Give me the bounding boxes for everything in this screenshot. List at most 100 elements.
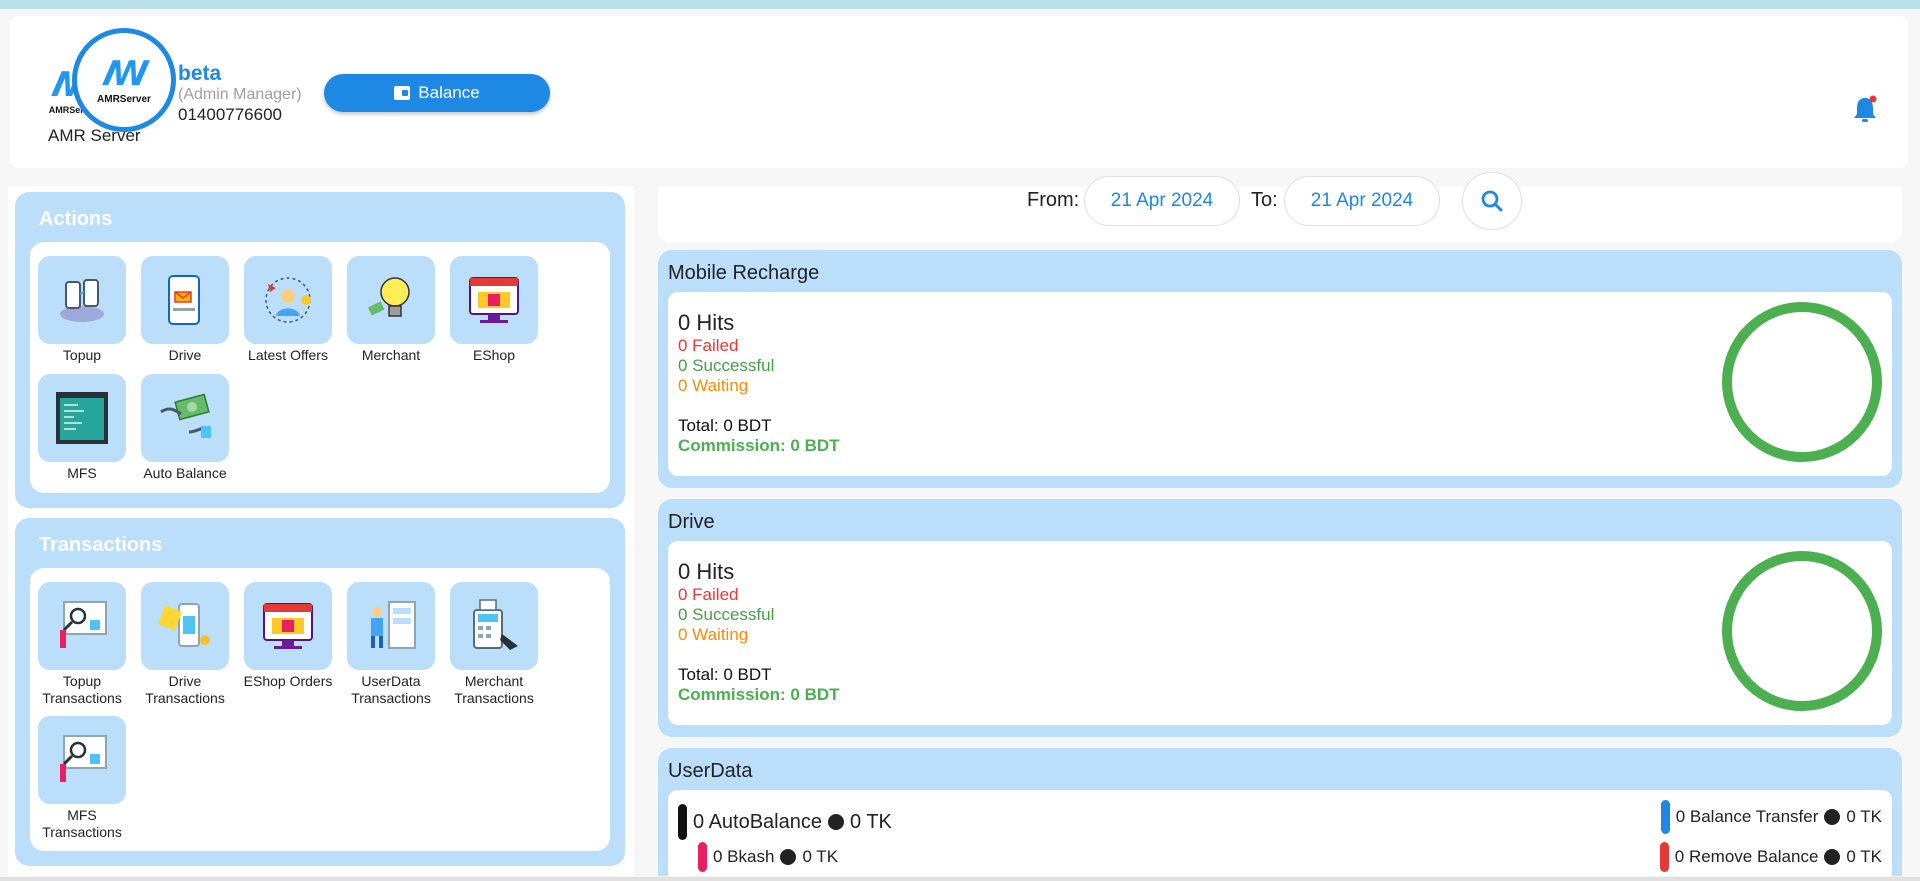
action-label: Topup bbox=[62, 347, 102, 363]
transaction-label: UserData Transactions bbox=[351, 673, 431, 706]
card-body: 0 Hits 0 Failed 0 Successful 0 Waiting T… bbox=[668, 292, 1892, 476]
topup-icon bbox=[38, 256, 126, 344]
successful-count: 0 Successful bbox=[678, 356, 775, 375]
action-eshop[interactable]: EShop bbox=[442, 256, 546, 364]
drive-card: Drive 0 Hits 0 Failed 0 Successful 0 Wai… bbox=[658, 499, 1902, 737]
commission-amount: Commission: 0 BDT bbox=[678, 436, 840, 455]
eshop-icon bbox=[450, 256, 538, 344]
userdata-transactions-icon bbox=[347, 582, 435, 670]
waiting-count: 0 Waiting bbox=[678, 625, 749, 644]
wallet-icon bbox=[394, 86, 411, 100]
action-label: EShop bbox=[472, 347, 516, 363]
actions-title: Actions bbox=[39, 208, 113, 230]
successful-count: 0 Successful bbox=[678, 605, 775, 624]
transaction-topup[interactable]: Topup Transactions bbox=[30, 582, 134, 707]
transaction-label: Drive Transactions bbox=[145, 673, 225, 706]
total-amount: Total: 0 BDT bbox=[678, 416, 772, 435]
action-mfs[interactable]: MFS bbox=[30, 374, 134, 482]
logo-mark-icon: ꟿ bbox=[103, 53, 148, 94]
topup-transactions-icon bbox=[38, 582, 126, 670]
bkash-row: 0 Bkash 0 TK bbox=[698, 842, 838, 872]
drive-icon bbox=[141, 256, 229, 344]
user-phone: 01400776600 bbox=[178, 105, 283, 124]
dot-icon bbox=[780, 849, 797, 865]
actions-grid: Topup Drive Latest Offers Merchant EShop… bbox=[30, 242, 610, 493]
action-topup[interactable]: Topup bbox=[30, 256, 134, 364]
drive-transactions-icon bbox=[141, 582, 229, 670]
transaction-drive[interactable]: Drive Transactions bbox=[133, 582, 237, 707]
bell-icon[interactable] bbox=[1852, 94, 1878, 124]
transactions-grid: Topup Transactions Drive Transactions ES… bbox=[30, 568, 610, 851]
action-label: Latest Offers bbox=[248, 347, 328, 363]
to-label: To: bbox=[1251, 189, 1278, 211]
to-date-field[interactable]: 21 Apr 2024 bbox=[1284, 176, 1440, 226]
transaction-label: MFS Transactions bbox=[42, 807, 122, 840]
from-date-field[interactable]: 21 Apr 2024 bbox=[1084, 176, 1240, 226]
commission-amount: Commission: 0 BDT bbox=[678, 685, 840, 704]
action-latest-offers[interactable]: Latest Offers bbox=[236, 256, 340, 364]
mfs-icon bbox=[38, 374, 126, 462]
balance-transfer-bar bbox=[1660, 800, 1670, 834]
offers-icon bbox=[244, 256, 332, 344]
waiting-count: 0 Waiting bbox=[678, 376, 749, 395]
card-body: 0 Hits 0 Failed 0 Successful 0 Waiting T… bbox=[668, 541, 1892, 725]
search-icon bbox=[1481, 190, 1503, 212]
user-role: (Admin Manager) bbox=[178, 86, 302, 103]
remove-balance-count: 0 Remove Balance bbox=[1674, 847, 1819, 866]
status-ring-chart bbox=[1722, 302, 1882, 462]
transaction-mfs[interactable]: MFS Transactions bbox=[30, 716, 134, 841]
card-body: 0 AutoBalance 0 TK 0 Bkash 0 TK 0 Balanc… bbox=[668, 790, 1892, 876]
balance-button[interactable]: Balance bbox=[324, 74, 550, 112]
user-name: beta bbox=[178, 62, 222, 85]
dot-icon bbox=[1824, 809, 1841, 825]
mfs-transactions-icon bbox=[38, 716, 126, 804]
left-panel: Actions Topup Drive Latest Offers Mercha… bbox=[8, 186, 634, 876]
logo-text: AMRServer bbox=[97, 93, 151, 105]
bkash-bar bbox=[698, 842, 707, 872]
app-name: AMR Server bbox=[48, 126, 141, 145]
action-merchant[interactable]: Merchant bbox=[339, 256, 443, 364]
userdata-card: UserData 0 AutoBalance 0 TK 0 Bkash 0 TK… bbox=[658, 748, 1902, 876]
app-logo[interactable]: ꟿ AMRServer bbox=[72, 28, 176, 132]
transaction-userdata[interactable]: UserData Transactions bbox=[339, 582, 443, 707]
balance-transfer-count: 0 Balance Transfer bbox=[1675, 807, 1819, 826]
transaction-label: Topup Transactions bbox=[42, 673, 122, 706]
transaction-merchant[interactable]: Merchant Transactions bbox=[442, 582, 546, 707]
action-label: Drive bbox=[168, 347, 202, 363]
failed-count: 0 Failed bbox=[678, 585, 739, 604]
hits-count: 0 Hits bbox=[678, 559, 735, 584]
status-ring-chart bbox=[1722, 551, 1882, 711]
remove-balance-amount: 0 TK bbox=[1846, 847, 1882, 866]
card-title: Drive bbox=[668, 511, 715, 533]
actions-section: Actions Topup Drive Latest Offers Mercha… bbox=[15, 192, 625, 508]
balance-button-label: Balance bbox=[418, 83, 480, 102]
transactions-section: Transactions Topup Transactions Drive Tr… bbox=[15, 518, 625, 866]
merchant-icon bbox=[347, 256, 435, 344]
transaction-eshop-orders[interactable]: EShop Orders bbox=[236, 582, 340, 690]
header: ꟿ AMRServer ꟿ AMRServer AMR Server beta … bbox=[10, 16, 1908, 168]
date-filter-bar bbox=[658, 186, 1902, 242]
autobalance-row: 0 AutoBalance 0 TK bbox=[678, 804, 892, 840]
transactions-title: Transactions bbox=[39, 534, 163, 556]
action-drive[interactable]: Drive bbox=[133, 256, 237, 364]
transaction-label: EShop Orders bbox=[243, 673, 333, 689]
merchant-transactions-icon bbox=[450, 582, 538, 670]
action-auto-balance[interactable]: Auto Balance bbox=[133, 374, 237, 482]
remove-balance-bar bbox=[1659, 842, 1669, 872]
top-strip bbox=[0, 0, 1920, 9]
dot-icon bbox=[1824, 849, 1841, 865]
bkash-amount: 0 TK bbox=[802, 847, 839, 866]
balance-transfer-amount: 0 TK bbox=[1846, 807, 1882, 826]
hits-count: 0 Hits bbox=[678, 310, 735, 335]
mobile-recharge-card: Mobile Recharge 0 Hits 0 Failed 0 Succes… bbox=[658, 250, 1902, 488]
transaction-label: Merchant Transactions bbox=[454, 673, 534, 706]
search-button[interactable] bbox=[1462, 172, 1522, 230]
total-amount: Total: 0 BDT bbox=[678, 665, 772, 684]
failed-count: 0 Failed bbox=[678, 336, 739, 355]
autobalance-count: 0 AutoBalance bbox=[693, 810, 822, 833]
remove-balance-row: 0 Remove Balance 0 TK bbox=[1659, 842, 1882, 872]
action-label: MFS bbox=[67, 465, 97, 481]
auto-balance-icon bbox=[141, 374, 229, 462]
action-label: Merchant bbox=[361, 347, 421, 363]
dot-icon bbox=[828, 814, 844, 830]
